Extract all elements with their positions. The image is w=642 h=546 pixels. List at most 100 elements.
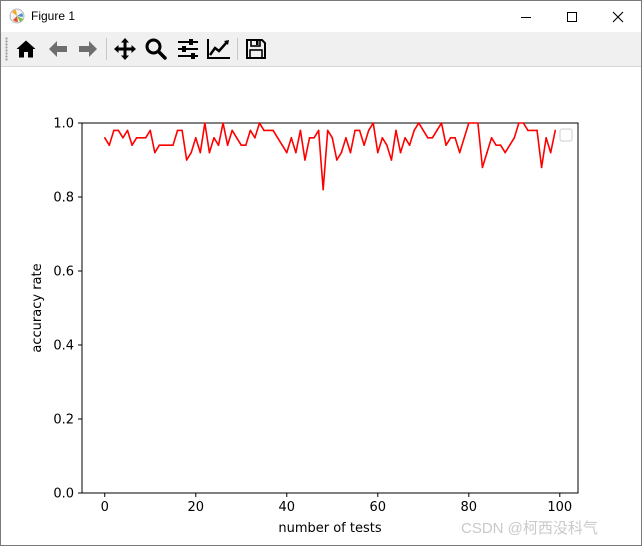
magnifier-icon — [145, 38, 167, 60]
figure-window: Figure 1 0 20 40 60 80 100 0.0 0.2 0.4 0… — [0, 0, 642, 546]
data-point — [126, 129, 129, 132]
data-point — [331, 137, 334, 139]
data-point — [299, 129, 302, 132]
data-point — [217, 144, 220, 146]
edit-axis-button[interactable] — [206, 36, 232, 62]
window-title: Figure 1 — [31, 9, 76, 23]
data-point — [395, 129, 397, 132]
configure-subplots-button[interactable] — [175, 36, 201, 62]
data-point — [427, 137, 429, 139]
data-point — [358, 129, 361, 132]
move-arrows-icon — [114, 38, 136, 60]
data-point — [122, 137, 124, 139]
data-point — [108, 144, 111, 146]
data-point — [117, 129, 120, 132]
data-point — [336, 159, 338, 161]
data-point — [549, 151, 552, 154]
minimize-icon — [521, 16, 531, 18]
data-point — [222, 122, 224, 124]
x-tick-label: 80 — [461, 500, 478, 515]
forward-button[interactable] — [75, 36, 101, 62]
data-point — [340, 151, 343, 154]
data-point — [304, 159, 306, 161]
data-point — [363, 144, 365, 146]
toolbar-separator — [237, 38, 238, 60]
data-point — [504, 151, 506, 154]
data-point — [440, 122, 443, 124]
data-point — [190, 151, 193, 154]
matplotlib-figure-icon — [9, 8, 25, 24]
data-point — [245, 144, 247, 146]
watermark-text: CSDN @柯西没科气 — [461, 520, 598, 537]
data-point — [313, 137, 315, 139]
data-point — [231, 129, 233, 132]
figure-canvas[interactable]: 0 20 40 60 80 100 0.0 0.2 0.4 0.6 0.8 1.0 number of… — [1, 67, 641, 545]
data-point — [390, 159, 393, 161]
y-tick-label: 0.0 — [53, 487, 74, 502]
data-point — [172, 144, 174, 146]
data-point — [399, 151, 402, 154]
data-point — [322, 188, 324, 191]
y-tick-label: 0.6 — [53, 265, 74, 280]
minimize-button[interactable] — [503, 1, 549, 32]
data-point — [181, 129, 183, 132]
arrow-left-icon — [49, 41, 67, 57]
data-point — [554, 129, 557, 132]
close-icon — [612, 11, 624, 22]
zoom-button[interactable] — [143, 36, 169, 62]
data-point — [149, 129, 152, 132]
data-point — [281, 144, 284, 146]
data-point — [449, 137, 452, 139]
plot-axes-frame — [81, 122, 579, 494]
maximize-icon — [567, 11, 577, 22]
data-point — [267, 129, 270, 132]
data-point — [317, 129, 320, 132]
data-point — [463, 137, 466, 139]
data-point — [458, 151, 461, 154]
data-point — [354, 129, 356, 132]
data-point — [499, 144, 502, 146]
x-tick-label: 60 — [370, 500, 387, 515]
x-axis-label: number of tests — [278, 521, 381, 536]
data-point — [372, 122, 375, 124]
maximize-button[interactable] — [549, 1, 595, 32]
y-axis-label: accuracy rate — [30, 263, 45, 352]
close-button[interactable] — [595, 1, 641, 32]
x-tick-label: 0 — [101, 500, 109, 515]
data-point — [540, 166, 543, 169]
x-tick-label: 100 — [547, 500, 572, 515]
data-point — [103, 137, 106, 139]
data-point — [194, 137, 197, 139]
save-button[interactable] — [243, 36, 269, 62]
data-point — [154, 151, 156, 154]
pan-button[interactable] — [112, 36, 138, 62]
data-point — [431, 137, 434, 139]
data-point — [481, 166, 484, 169]
data-point — [249, 129, 252, 132]
data-point — [240, 144, 243, 146]
x-tick-label: 40 — [278, 500, 295, 515]
back-button[interactable] — [45, 36, 71, 62]
data-point — [272, 129, 274, 132]
toolbar-grip[interactable] — [5, 37, 8, 61]
data-point — [486, 151, 488, 154]
home-button[interactable] — [13, 36, 39, 62]
title-bar[interactable]: Figure 1 — [1, 1, 641, 32]
data-point — [140, 137, 142, 139]
data-point — [131, 144, 133, 146]
data-point — [436, 129, 438, 132]
data-point — [422, 129, 425, 132]
data-point — [158, 144, 161, 146]
data-point — [135, 137, 138, 139]
floppy-disk-icon — [246, 39, 266, 59]
data-point — [490, 137, 493, 139]
data-point — [226, 144, 229, 146]
data-point — [144, 137, 147, 139]
data-point — [290, 137, 293, 139]
x-tick-label: 20 — [187, 500, 204, 515]
data-point — [472, 122, 475, 124]
data-point — [508, 144, 511, 146]
y-tick-label: 0.4 — [53, 339, 74, 354]
data-point — [467, 122, 470, 124]
line-chart-icon — [207, 39, 230, 59]
